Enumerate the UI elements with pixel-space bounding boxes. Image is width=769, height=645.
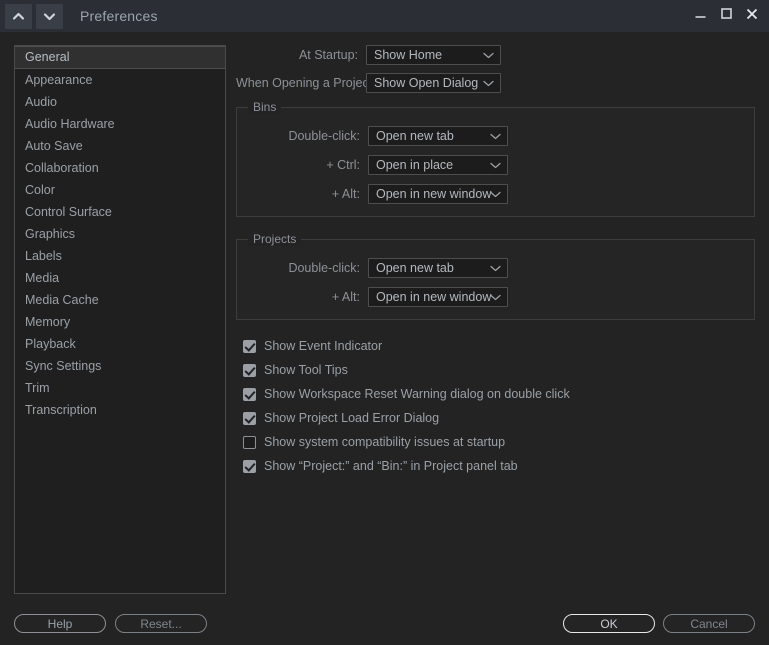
chevron-down-icon: [483, 76, 494, 90]
maximize-button[interactable]: [713, 1, 739, 31]
chevron-down-icon: [490, 261, 501, 275]
opening-project-value: Show Open Dialog: [374, 76, 479, 90]
at-startup-select[interactable]: Show Home: [366, 45, 501, 65]
show-tool-tips-label: Show Tool Tips: [264, 363, 348, 377]
minimize-button[interactable]: [687, 1, 713, 31]
preferences-dialog: Preferences General Appearance Audio Aud…: [0, 0, 769, 645]
show-tool-tips-row[interactable]: Show Tool Tips: [236, 358, 755, 382]
opening-project-select[interactable]: Show Open Dialog: [366, 73, 501, 93]
sidebar-item-labels[interactable]: Labels: [15, 245, 225, 267]
minimize-icon: [694, 7, 707, 25]
projects-double-click-value: Open new tab: [376, 261, 454, 275]
bins-group: Bins Double-click: Open new tab + Ctrl: …: [236, 100, 755, 217]
sidebar-item-appearance[interactable]: Appearance: [15, 69, 225, 91]
show-system-compatibility-label: Show system compatibility issues at star…: [264, 435, 506, 449]
show-event-indicator-checkbox[interactable]: [243, 339, 256, 353]
opening-project-row: When Opening a Project: Show Open Dialog: [236, 73, 755, 93]
sidebar-item-trim[interactable]: Trim: [15, 377, 225, 399]
bins-double-click-select[interactable]: Open new tab: [368, 126, 508, 146]
bins-double-click-label: Double-click:: [288, 129, 360, 143]
projects-double-click-select[interactable]: Open new tab: [368, 258, 508, 278]
chevron-down-icon: [490, 187, 501, 201]
show-workspace-reset-warning-label: Show Workspace Reset Warning dialog on d…: [264, 387, 570, 401]
general-settings-panel: At Startup: Show Home When Opening a Pro…: [236, 45, 755, 594]
bins-ctrl-label: + Ctrl:: [326, 158, 360, 172]
category-list[interactable]: General Appearance Audio Audio Hardware …: [14, 45, 226, 594]
projects-alt-row: + Alt: Open in new window: [237, 287, 754, 307]
show-project-load-error-checkbox[interactable]: [243, 411, 256, 425]
bins-double-click-row: Double-click: Open new tab: [237, 126, 754, 146]
show-project-load-error-row[interactable]: Show Project Load Error Dialog: [236, 406, 755, 430]
sidebar-item-color[interactable]: Color: [15, 179, 225, 201]
window-controls: [687, 0, 765, 32]
dialog-footer: Help Reset... OK Cancel: [0, 608, 769, 645]
projects-double-click-label: Double-click:: [288, 261, 360, 275]
chevron-up-icon: [12, 12, 25, 21]
sidebar-item-audio-hardware[interactable]: Audio Hardware: [15, 113, 225, 135]
show-project-bin-prefix-label: Show “Project:” and “Bin:” in Project pa…: [264, 459, 518, 473]
cancel-button[interactable]: Cancel: [663, 614, 755, 633]
help-button[interactable]: Help: [14, 614, 106, 633]
close-icon: [745, 7, 759, 26]
at-startup-row: At Startup: Show Home: [236, 45, 755, 65]
bins-double-click-value: Open new tab: [376, 129, 454, 143]
projects-group: Projects Double-click: Open new tab + Al…: [236, 232, 755, 320]
at-startup-value: Show Home: [374, 48, 443, 62]
opening-project-label: When Opening a Project:: [236, 76, 376, 90]
show-system-compatibility-row[interactable]: Show system compatibility issues at star…: [236, 430, 755, 454]
chevron-down-icon: [490, 290, 501, 304]
show-project-bin-prefix-row[interactable]: Show “Project:” and “Bin:” in Project pa…: [236, 454, 755, 478]
projects-group-label: Projects: [248, 232, 302, 246]
show-tool-tips-checkbox[interactable]: [243, 363, 256, 377]
show-event-indicator-label: Show Event Indicator: [264, 339, 383, 353]
chevron-down-icon: [490, 129, 501, 143]
sidebar-item-sync-settings[interactable]: Sync Settings: [15, 355, 225, 377]
show-event-indicator-row[interactable]: Show Event Indicator: [236, 334, 755, 358]
sidebar-item-general[interactable]: General: [15, 46, 225, 69]
title-bar: Preferences: [0, 0, 769, 32]
show-project-load-error-label: Show Project Load Error Dialog: [264, 411, 440, 425]
show-project-bin-prefix-checkbox[interactable]: [243, 459, 256, 473]
sidebar-item-collaboration[interactable]: Collaboration: [15, 157, 225, 179]
close-button[interactable]: [739, 1, 765, 31]
projects-alt-label: + Alt:: [331, 290, 360, 304]
show-workspace-reset-warning-checkbox[interactable]: [243, 387, 256, 401]
show-system-compatibility-checkbox[interactable]: [243, 435, 256, 449]
sidebar-item-playback[interactable]: Playback: [15, 333, 225, 355]
sidebar-item-graphics[interactable]: Graphics: [15, 223, 225, 245]
show-workspace-reset-warning-row[interactable]: Show Workspace Reset Warning dialog on d…: [236, 382, 755, 406]
ok-button[interactable]: OK: [563, 614, 655, 633]
sidebar-item-media-cache[interactable]: Media Cache: [15, 289, 225, 311]
projects-alt-value: Open in new window: [376, 290, 492, 304]
bins-alt-row: + Alt: Open in new window: [237, 184, 754, 204]
projects-alt-select[interactable]: Open in new window: [368, 287, 508, 307]
window-title: Preferences: [80, 8, 158, 24]
bins-group-label: Bins: [248, 100, 282, 114]
bins-ctrl-select[interactable]: Open in place: [368, 155, 508, 175]
bins-alt-value: Open in new window: [376, 187, 492, 201]
sidebar-item-memory[interactable]: Memory: [15, 311, 225, 333]
bins-alt-select[interactable]: Open in new window: [368, 184, 508, 204]
sidebar-item-transcription[interactable]: Transcription: [15, 399, 225, 421]
bins-ctrl-value: Open in place: [376, 158, 454, 172]
options-checkbox-list: Show Event Indicator Show Tool Tips Show…: [236, 334, 755, 478]
chevron-down-icon: [43, 12, 56, 21]
nav-previous-button[interactable]: [4, 2, 33, 30]
sidebar-item-media[interactable]: Media: [15, 267, 225, 289]
reset-button[interactable]: Reset...: [115, 614, 207, 633]
bins-ctrl-row: + Ctrl: Open in place: [237, 155, 754, 175]
sidebar-item-audio[interactable]: Audio: [15, 91, 225, 113]
sidebar-item-control-surface[interactable]: Control Surface: [15, 201, 225, 223]
bins-alt-label: + Alt:: [331, 187, 360, 201]
chevron-down-icon: [490, 158, 501, 172]
nav-next-button[interactable]: [35, 2, 64, 30]
chevron-down-icon: [483, 48, 494, 62]
projects-double-click-row: Double-click: Open new tab: [237, 258, 754, 278]
at-startup-label: At Startup:: [298, 48, 358, 62]
maximize-icon: [720, 7, 733, 25]
sidebar-item-auto-save[interactable]: Auto Save: [15, 135, 225, 157]
